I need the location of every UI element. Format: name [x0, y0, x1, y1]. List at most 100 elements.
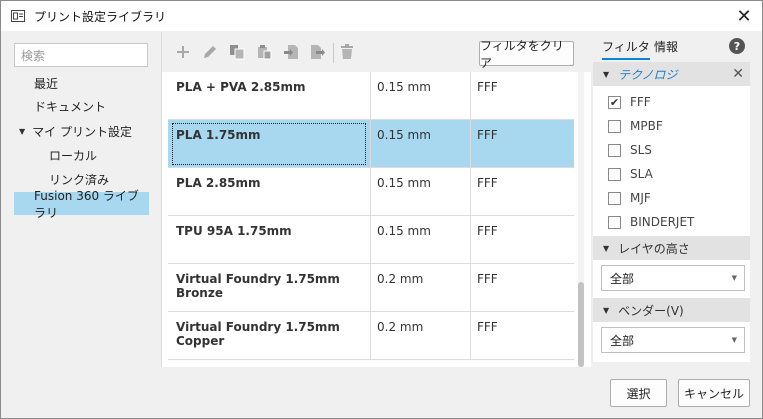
checkbox[interactable]	[608, 191, 621, 205]
select-button[interactable]: 選択	[610, 379, 667, 407]
help-icon[interactable]: ?	[729, 38, 745, 54]
toolbar-separator	[333, 43, 334, 63]
option-sls[interactable]: SLS	[608, 140, 652, 160]
search-input[interactable]: 検索	[14, 43, 148, 67]
nav-item-label: Fusion 360 ライブラリ	[34, 188, 139, 220]
import-icon[interactable]	[283, 44, 299, 60]
nav-item-label: マイ プリント設定	[32, 125, 132, 139]
cell-technology: FFF	[470, 312, 574, 360]
cell-technology: FFF	[470, 72, 574, 120]
dropdown-arrow-icon: ▼	[731, 274, 737, 282]
option-mpbf[interactable]: MPBF	[608, 116, 663, 136]
option-mjf[interactable]: MJF	[608, 188, 651, 208]
layer-height-filter-label: レイヤの高さ	[618, 241, 690, 256]
collapse-triangle-icon[interactable]: ▼	[603, 244, 609, 253]
vendor-filter-label: ベンダー(V)	[618, 303, 684, 318]
window-title: プリント設定ライブラリ	[34, 9, 167, 24]
paste-icon[interactable]	[256, 44, 272, 60]
table-row[interactable]: PLA + PVA 2.85mm 0.15 mm FFF	[168, 72, 574, 120]
add-icon[interactable]	[175, 44, 191, 60]
cell-layer-height: 0.15 mm	[370, 216, 470, 264]
option-label: MPBF	[630, 119, 663, 133]
cell-technology: FFF	[470, 264, 574, 312]
cancel-button[interactable]: キャンセル	[678, 379, 750, 407]
copy-icon[interactable]	[229, 44, 245, 60]
dialog-window: プリント設定ライブラリ ✕ 検索 最近 ドキュメント ▼ マイ プリント設定 ロ…	[0, 0, 763, 419]
vendor-select[interactable]: 全部 ▼	[601, 327, 745, 353]
checkbox[interactable]	[608, 143, 621, 157]
option-label: FFF	[630, 95, 651, 109]
option-fff[interactable]: ✔ FFF	[608, 92, 651, 112]
layer-height-select[interactable]: 全部 ▼	[601, 265, 745, 291]
cell-layer-height: 0.15 mm	[370, 120, 470, 168]
cell-name: TPU 95A 1.75mm	[176, 224, 292, 238]
cell-layer-height: 0.15 mm	[370, 72, 470, 120]
collapse-triangle-icon[interactable]: ▼	[603, 70, 609, 79]
expand-triangle-icon[interactable]: ▼	[19, 127, 25, 136]
clear-filter-button[interactable]: フィルタをクリア	[479, 39, 574, 70]
technology-filter-header[interactable]: ▼ テクノロジ ✕	[593, 62, 750, 86]
scrollbar-thumb[interactable]	[578, 282, 584, 367]
nav-item-fusion360-library[interactable]: Fusion 360 ライブラリ	[14, 189, 149, 220]
option-binderjet[interactable]: BINDERJET	[608, 212, 694, 232]
nav-item-label: 最近	[34, 77, 59, 91]
tab-filter[interactable]: フィルタ	[602, 38, 650, 60]
cell-technology: FFF	[470, 216, 574, 264]
cell-name: Virtual Foundry 1.75mm Copper	[176, 320, 340, 348]
nav-item-local[interactable]: ローカル	[14, 144, 149, 167]
cell-name: PLA 2.85mm	[176, 176, 261, 190]
print-settings-table: PLA + PVA 2.85mm 0.15 mm FFF PLA 1.75mm …	[168, 72, 574, 362]
nav-item-recent[interactable]: 最近	[14, 72, 149, 95]
checkbox[interactable]	[608, 167, 621, 181]
checkbox[interactable]	[608, 215, 621, 229]
nav-item-documents[interactable]: ドキュメント	[14, 95, 149, 118]
option-label: MJF	[630, 191, 651, 205]
table-row[interactable]: TPU 95A 1.75mm 0.15 mm FFF	[168, 216, 574, 264]
cell-layer-height: 0.2 mm	[370, 264, 470, 312]
table-row[interactable]: PLA 2.85mm 0.15 mm FFF	[168, 168, 574, 216]
layer-height-area: 全部 ▼	[593, 260, 750, 298]
checkbox-checked[interactable]: ✔	[608, 95, 621, 109]
table-row[interactable]: Virtual Foundry 1.75mm Copper 0.2 mm FFF	[168, 312, 574, 360]
nav-item-my-print-settings[interactable]: ▼ マイ プリント設定	[14, 120, 149, 143]
nav-item-label: ローカル	[49, 149, 98, 163]
layer-height-filter-header[interactable]: ▼ レイヤの高さ	[593, 236, 750, 260]
checkbox[interactable]	[608, 119, 621, 133]
export-icon[interactable]	[310, 44, 326, 60]
option-sla[interactable]: SLA	[608, 164, 653, 184]
vendor-area: 全部 ▼	[593, 322, 750, 362]
collapse-triangle-icon[interactable]: ▼	[603, 306, 609, 315]
nav-item-label: リンク済み	[49, 173, 110, 187]
cell-technology: FFF	[470, 168, 574, 216]
dropdown-arrow-icon: ▼	[731, 336, 737, 344]
delete-icon[interactable]	[339, 44, 355, 60]
cell-name: PLA 1.75mm	[176, 128, 261, 142]
tab-info[interactable]: 情報	[654, 38, 678, 55]
library-icon	[11, 10, 25, 22]
technology-filter-label: テクノロジ	[618, 67, 678, 82]
toolbar: フィルタをクリア	[162, 32, 592, 72]
panel-tabs: フィルタ 情報 ?	[592, 32, 762, 60]
cell-name: PLA + PVA 2.85mm	[176, 80, 306, 94]
filter-panel: フィルタ 情報 ? ▼ テクノロジ ✕ ✔ FFF MPBF SLS SLA M…	[592, 32, 762, 367]
edit-icon[interactable]	[202, 44, 218, 60]
option-label: BINDERJET	[630, 215, 695, 229]
cell-technology: FFF	[470, 120, 574, 168]
title-bar: プリント設定ライブラリ ✕	[1, 1, 762, 31]
cell-name: Virtual Foundry 1.75mm Bronze	[176, 272, 340, 300]
cell-layer-height: 0.2 mm	[370, 312, 470, 360]
library-nav: 検索 最近 ドキュメント ▼ マイ プリント設定 ローカル リンク済み Fusi…	[2, 32, 160, 367]
settings-list-pane: フィルタをクリア PLA + PVA 2.85mm 0.15 mm FFF PL…	[161, 32, 592, 367]
select-value: 全部	[610, 271, 635, 286]
option-label: SLS	[630, 143, 652, 157]
table-row[interactable]: Virtual Foundry 1.75mm Bronze 0.2 mm FFF	[168, 264, 574, 312]
clear-technology-filter-icon[interactable]: ✕	[732, 66, 744, 82]
table-row-selected[interactable]: PLA 1.75mm 0.15 mm FFF	[168, 120, 574, 168]
nav-item-label: ドキュメント	[34, 100, 107, 114]
vendor-filter-header[interactable]: ▼ ベンダー(V)	[593, 298, 750, 322]
technology-options: ✔ FFF MPBF SLS SLA MJF BINDERJET	[593, 86, 750, 236]
close-icon[interactable]: ✕	[734, 6, 754, 27]
option-label: SLA	[630, 167, 653, 181]
select-value: 全部	[610, 333, 635, 348]
vertical-scrollbar[interactable]	[578, 72, 584, 367]
